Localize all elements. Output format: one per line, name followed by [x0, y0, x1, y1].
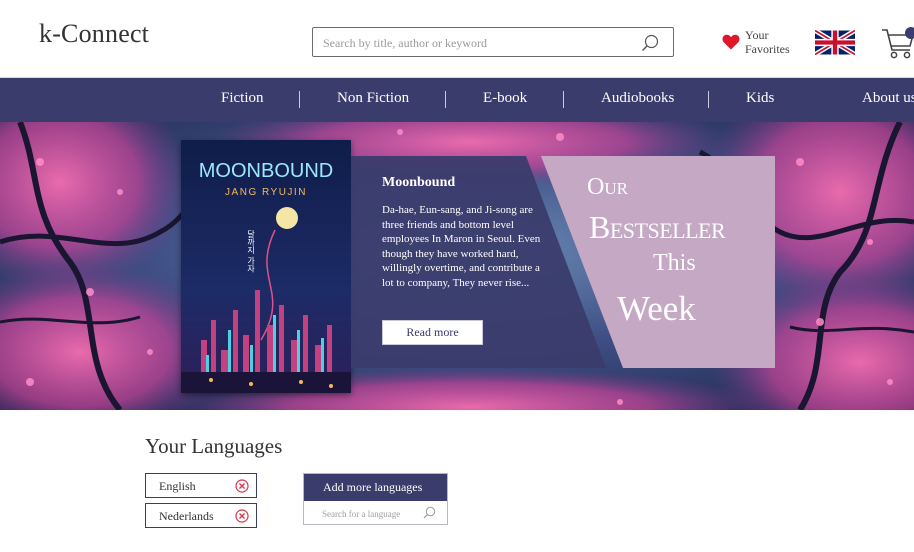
nav-item-e-book[interactable]: E-book: [483, 90, 527, 107]
nav-item-non-fiction[interactable]: Non Fiction: [337, 90, 409, 107]
header: k-Connect Your Favorites: [0, 0, 914, 78]
nav-divider: [299, 91, 300, 108]
main-nav: Fiction Non Fiction E-book Audiobooks Ki…: [0, 78, 914, 122]
languages-heading: Your Languages: [145, 434, 283, 458]
heart-icon: [722, 34, 740, 50]
site-logo[interactable]: k-Connect: [39, 19, 149, 49]
language-chip-label: Nederlands: [159, 509, 214, 523]
add-more-languages-button[interactable]: Add more languages: [304, 474, 447, 501]
hero-banner: MOONBOUND JANG RYUJIN 달까지 가자 Moonbound D…: [0, 122, 914, 410]
cover-title: MOONBOUND: [199, 160, 333, 182]
favorites-label-line1: Your: [745, 28, 769, 42]
favorites-link[interactable]: Your Favorites: [722, 28, 794, 58]
language-chip-label: English: [159, 479, 196, 493]
language-chip-english: English: [145, 473, 257, 498]
favorites-label-line2: Favorites: [745, 42, 790, 56]
promo-text-bestseller: Bestseller: [589, 209, 726, 245]
nav-divider: [708, 91, 709, 108]
search-icon[interactable]: [641, 34, 659, 52]
cover-author: JANG RYUJIN: [225, 187, 307, 198]
promo-text-our: Our: [587, 174, 628, 200]
cover-korean-title: 달까지 가자: [246, 230, 255, 274]
search-icon[interactable]: [423, 506, 436, 519]
nav-item-fiction[interactable]: Fiction: [221, 90, 264, 107]
remove-language-icon[interactable]: [235, 479, 249, 493]
cart-badge: [905, 27, 914, 39]
nav-item-kids[interactable]: Kids: [746, 90, 774, 107]
book-cover-image[interactable]: MOONBOUND JANG RYUJIN 달까지 가자: [181, 140, 351, 393]
nav-item-audiobooks[interactable]: Audiobooks: [601, 90, 674, 107]
featured-book-description: Da-hae, Eun-sang, and Ji-song are three …: [382, 204, 541, 289]
language-search-input[interactable]: [322, 507, 422, 521]
featured-book-title: Moonbound: [382, 175, 456, 190]
promo-text-week: Week: [617, 289, 696, 328]
remove-language-icon[interactable]: [235, 509, 249, 523]
nav-divider: [563, 91, 564, 108]
favorites-label: Your Favorites: [745, 28, 790, 56]
nav-item-about-us[interactable]: About us: [862, 90, 914, 107]
search-bar[interactable]: [312, 27, 674, 57]
search-input[interactable]: [323, 33, 623, 53]
nav-divider: [445, 91, 446, 108]
add-language-box: Add more languages: [303, 473, 448, 525]
language-chip-nederlands: Nederlands: [145, 503, 257, 528]
read-more-button[interactable]: Read more: [382, 320, 483, 345]
uk-flag-icon[interactable]: [815, 30, 855, 55]
promo-text-this: This: [653, 250, 696, 276]
